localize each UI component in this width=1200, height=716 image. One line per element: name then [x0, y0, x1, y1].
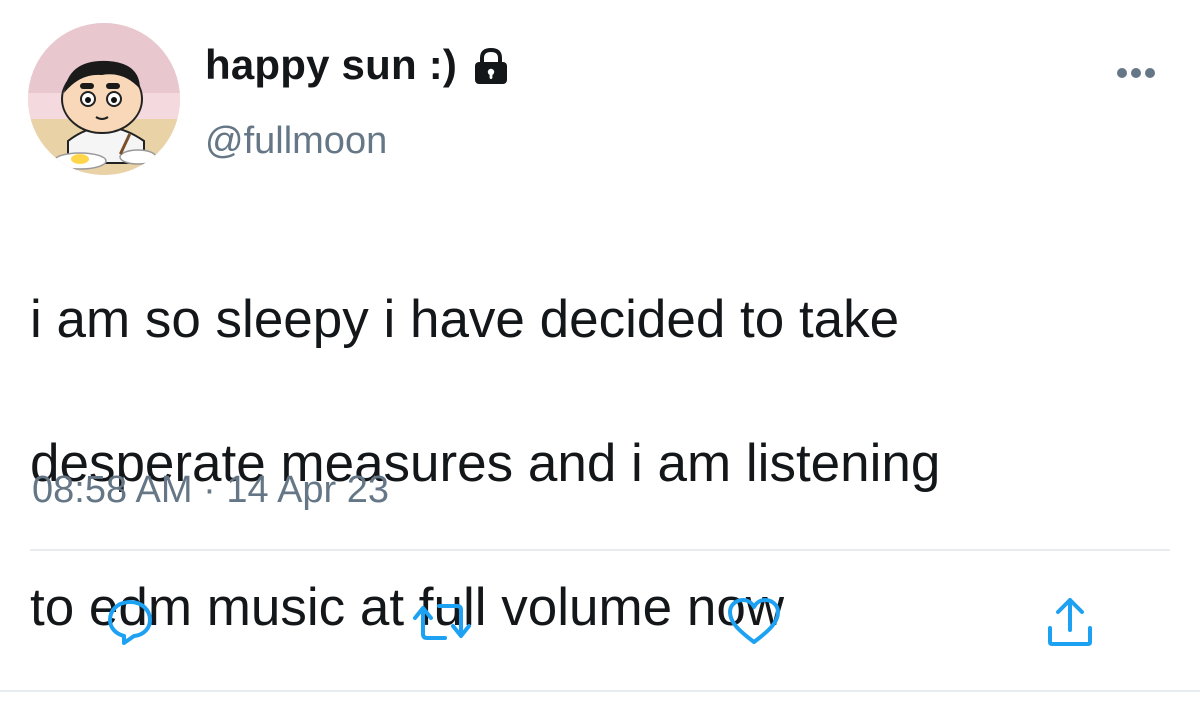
avatar[interactable] [28, 23, 180, 175]
display-name-row[interactable]: happy sun :) [205, 40, 511, 90]
action-bar [0, 590, 1200, 660]
tweet: happy sun :) @fullmoon i am so sleepy i … [0, 0, 1200, 710]
reply-icon [108, 600, 152, 645]
tweet-text-line: i am so sleepy i have decided to take [30, 290, 900, 349]
meta-separator: · [203, 469, 216, 511]
lock-icon [471, 46, 511, 86]
tweet-date[interactable]: 14 Apr 23 [226, 469, 389, 511]
like-button[interactable] [722, 590, 786, 654]
more-icon [1117, 68, 1155, 78]
share-icon [1048, 598, 1092, 646]
tweet-time[interactable]: 08:58 AM [32, 469, 193, 511]
divider [30, 549, 1170, 551]
handle[interactable]: @fullmoon [205, 118, 387, 164]
bottom-divider [0, 690, 1200, 692]
more-button[interactable] [1108, 58, 1164, 88]
retweet-icon [413, 604, 471, 640]
tweet-meta: 08:58 AM · 14 Apr 23 [32, 465, 389, 515]
reply-button[interactable] [98, 590, 162, 654]
share-button[interactable] [1038, 590, 1102, 654]
display-name[interactable]: happy sun :) [205, 40, 457, 90]
avatar-image [28, 23, 180, 175]
retweet-button[interactable] [410, 590, 474, 654]
heart-icon [728, 598, 780, 644]
